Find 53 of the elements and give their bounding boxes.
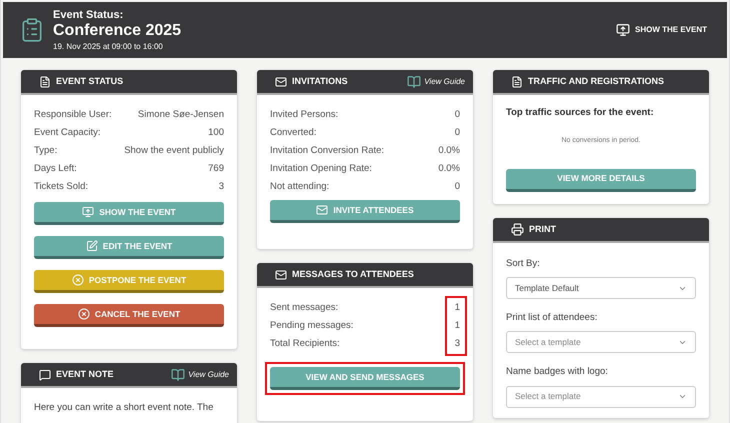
event-date: 19. Nov 2025 at 09:00 to 16:00 xyxy=(53,42,164,50)
row-label: Tickets Sold: xyxy=(34,180,88,194)
event-title: Conference 2025 xyxy=(53,22,182,38)
card-title: INVITATIONS xyxy=(292,74,348,88)
invite-button[interactable]: INVITE ATTENDEES xyxy=(270,200,460,223)
row-value: Simone Søe-Jensen xyxy=(138,108,224,122)
row-label: Pending messages: xyxy=(270,318,354,333)
row-label: Invitation Conversion Rate: xyxy=(270,144,384,158)
row-label: Total Recipients: xyxy=(270,336,340,351)
view-guide-link[interactable]: View Guide xyxy=(171,368,229,382)
row-value: 0 xyxy=(454,108,460,122)
card-title: EVENT STATUS xyxy=(56,74,124,88)
action-button[interactable]: EDIT THE EVENT xyxy=(34,236,224,259)
template-select[interactable]: Select a template xyxy=(506,331,696,354)
action-button[interactable]: POSTPONE THE EVENT xyxy=(34,270,224,293)
card-title: PRINT xyxy=(529,222,556,236)
row-value: Show the event publicly xyxy=(124,144,224,158)
row-value: 0 xyxy=(454,126,460,140)
row-value: 100 xyxy=(208,126,224,140)
view-guide-link[interactable]: View Guide xyxy=(407,74,465,88)
row-label: Not attending: xyxy=(270,180,330,194)
row-label: Converted: xyxy=(270,126,316,140)
view-details-button[interactable]: VIEW MORE DETAILS xyxy=(506,168,696,192)
row-value: 0.0% xyxy=(438,144,460,158)
row-label: Type: xyxy=(34,144,58,158)
row-label: Sent messages: xyxy=(270,300,338,315)
send-messages-button[interactable]: VIEW AND SEND MESSAGES xyxy=(270,367,460,390)
row-value: 1 xyxy=(454,300,460,315)
action-button[interactable]: SHOW THE EVENT xyxy=(34,202,224,225)
show-event-link[interactable]: SHOW THE EVENT xyxy=(616,23,707,37)
card-title: TRAFFIC AND REGISTRATIONS xyxy=(528,74,664,88)
row-value: 769 xyxy=(208,162,224,176)
traffic-subtitle: Top traffic sources for the event: xyxy=(506,106,655,120)
note-text: Here you can write a short event note. The xyxy=(33,401,214,415)
template-select[interactable]: Template Default xyxy=(506,277,696,299)
row-label: Invitation Opening Rate: xyxy=(270,162,372,176)
row-value: 3 xyxy=(454,336,460,351)
row-value: 1 xyxy=(454,318,460,333)
field-label: Sort By: xyxy=(506,256,541,271)
row-label: Days Left: xyxy=(34,162,77,176)
template-select[interactable]: Select a template xyxy=(506,386,696,408)
row-label: Responsible User: xyxy=(34,108,112,122)
row-value: 0 xyxy=(454,180,460,194)
action-button[interactable]: CANCEL THE EVENT xyxy=(34,304,224,327)
card-title: EVENT NOTE xyxy=(56,368,114,381)
row-value: 3 xyxy=(218,180,224,194)
row-label: Event Capacity: xyxy=(34,126,101,140)
row-value: 0.0% xyxy=(438,162,460,176)
field-label: Print list of attendees: xyxy=(506,311,598,325)
card-title: MESSAGES TO ATTENDEES xyxy=(292,268,414,281)
field-label: Name badges with logo: xyxy=(506,365,609,380)
header-label: Event Status: xyxy=(53,10,124,20)
row-label: Invited Persons: xyxy=(270,108,338,122)
